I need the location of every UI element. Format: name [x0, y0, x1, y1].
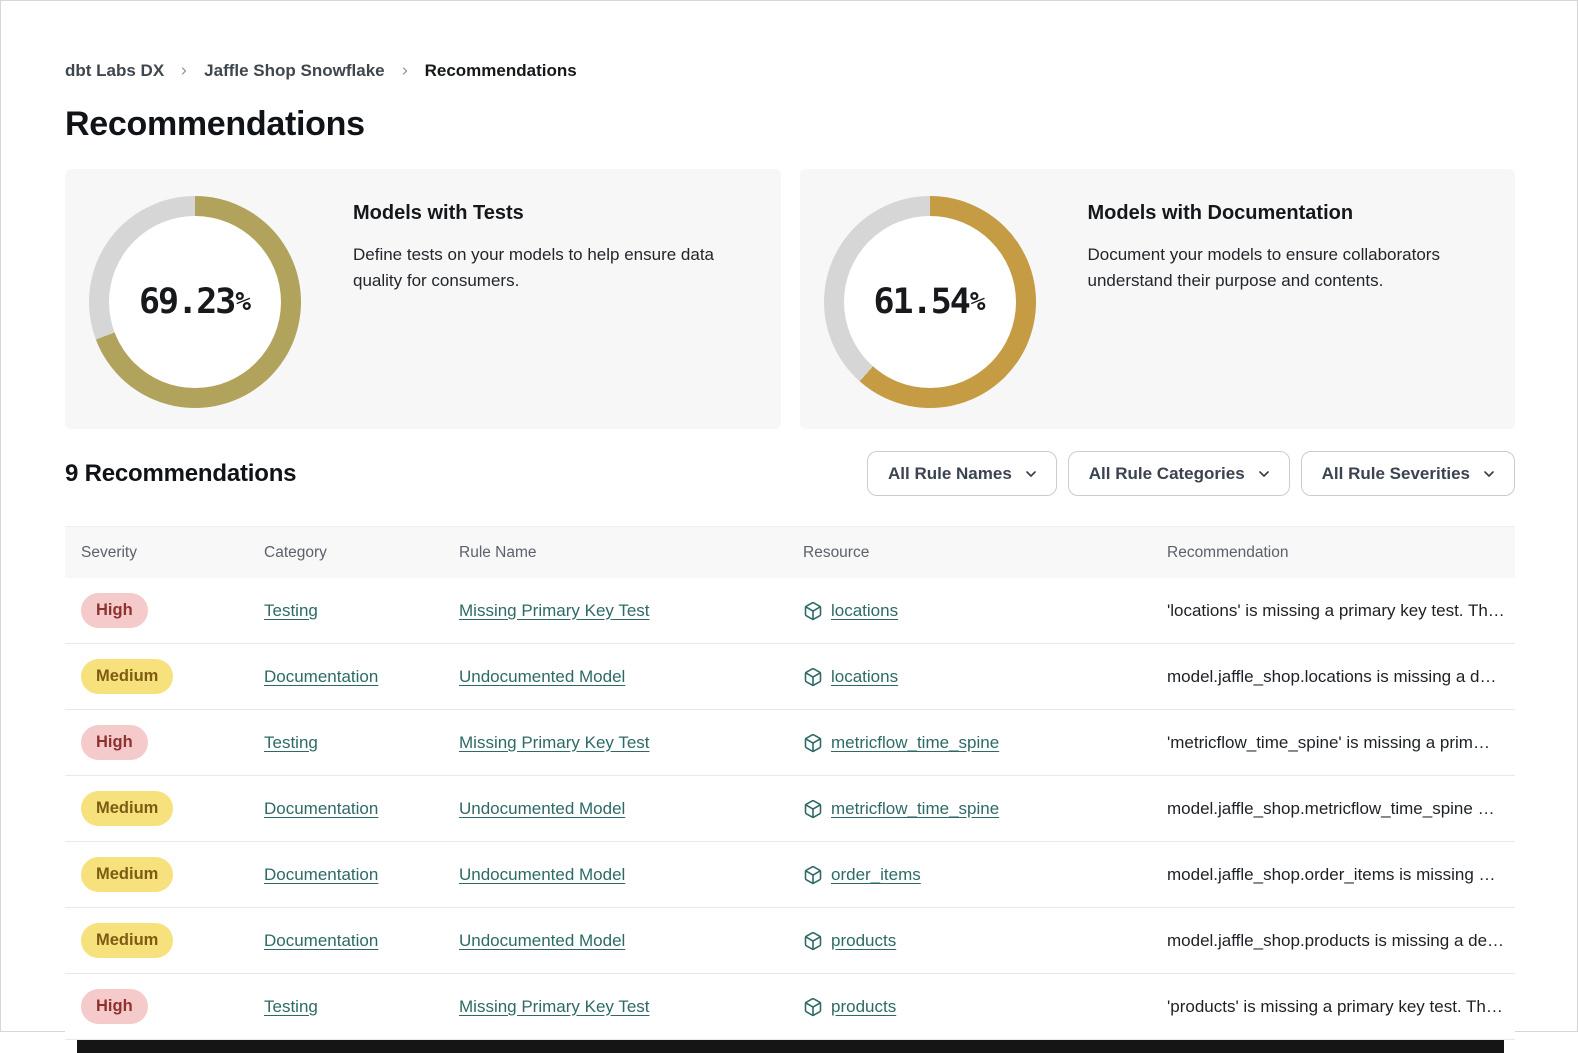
breadcrumb-item-dbt-labs-dx[interactable]: dbt Labs DX [65, 61, 164, 81]
category-link[interactable]: Documentation [264, 931, 378, 950]
rule-name-link[interactable]: Undocumented Model [459, 931, 625, 950]
table-row: Medium Documentation Undocumented Model … [65, 908, 1515, 974]
dropdown-label: All Rule Severities [1322, 464, 1470, 484]
docs-percentage: 61.54% [824, 196, 1036, 408]
docs-donut-chart: 61.54% [824, 196, 1036, 408]
rule-name-link[interactable]: Undocumented Model [459, 865, 625, 884]
column-header-category: Category [248, 544, 443, 562]
table-row: Medium Documentation Undocumented Model … [65, 644, 1515, 710]
category-link[interactable]: Testing [264, 997, 318, 1016]
model-cube-icon [803, 799, 823, 819]
model-cube-icon [803, 997, 823, 1017]
chevron-right-icon [399, 65, 411, 77]
chevron-down-icon [1481, 466, 1497, 482]
recommendation-text: model.jaffle_shop.locations is missing a… [1151, 667, 1515, 687]
filter-dropdowns: All Rule Names All Rule Categories All R… [867, 451, 1515, 496]
severity-badge: High [81, 989, 148, 1023]
resource-link[interactable]: products [831, 931, 896, 951]
card-title: Models with Documentation [1088, 202, 1473, 225]
category-link[interactable]: Testing [264, 733, 318, 752]
recommendations-table: Severity Category Rule Name Resource Rec… [65, 526, 1515, 1053]
recommendation-text: 'products' is missing a primary key test… [1151, 997, 1515, 1017]
card-description: Document your models to ensure collabora… [1088, 242, 1473, 295]
stat-cards: 69.23% Models with Tests Define tests on… [65, 169, 1515, 429]
model-cube-icon [803, 733, 823, 753]
table-row: High Testing Missing Primary Key Test me… [65, 710, 1515, 776]
chevron-down-icon [1023, 466, 1039, 482]
model-cube-icon [803, 601, 823, 621]
rule-name-link[interactable]: Missing Primary Key Test [459, 601, 650, 620]
breadcrumb-item-current: Recommendations [425, 61, 577, 81]
model-cube-icon [803, 865, 823, 885]
resource-link[interactable]: locations [831, 667, 898, 687]
table-row: High Testing Missing Primary Key Test lo… [65, 578, 1515, 644]
model-cube-icon [803, 667, 823, 687]
card-title: Models with Tests [353, 202, 757, 225]
recommendation-text: model.jaffle_shop.metricflow_time_spine … [1151, 799, 1515, 819]
models-with-tests-card: 69.23% Models with Tests Define tests on… [65, 169, 781, 429]
severity-badge: Medium [81, 659, 173, 693]
resource-link[interactable]: metricflow_time_spine [831, 733, 999, 753]
recommendation-text: 'locations' is missing a primary key tes… [1151, 601, 1515, 621]
recommendation-text: model.jaffle_shop.products is missing a … [1151, 931, 1515, 951]
page-title: Recommendations [65, 105, 1515, 144]
breadcrumb-item-project[interactable]: Jaffle Shop Snowflake [204, 61, 384, 81]
rule-categories-dropdown[interactable]: All Rule Categories [1068, 451, 1290, 496]
column-header-recommendation: Recommendation [1151, 544, 1515, 562]
category-link[interactable]: Documentation [264, 667, 378, 686]
column-header-severity: Severity [65, 544, 248, 562]
category-link[interactable]: Documentation [264, 799, 378, 818]
severity-badge: Medium [81, 923, 173, 957]
rule-name-link[interactable]: Undocumented Model [459, 667, 625, 686]
partially-scrolled-row [77, 1040, 1504, 1053]
models-with-documentation-card: 61.54% Models with Documentation Documen… [800, 169, 1516, 429]
card-description: Define tests on your models to help ensu… [353, 242, 757, 295]
resource-link[interactable]: products [831, 997, 896, 1017]
recommendation-text: 'metricflow_time_spine' is missing a pri… [1151, 733, 1515, 753]
dropdown-label: All Rule Names [888, 464, 1012, 484]
rule-severities-dropdown[interactable]: All Rule Severities [1301, 451, 1515, 496]
table-header: Severity Category Rule Name Resource Rec… [65, 526, 1515, 578]
resource-link[interactable]: order_items [831, 865, 921, 885]
recommendation-text: model.jaffle_shop.order_items is missing… [1151, 865, 1515, 885]
tests-donut-chart: 69.23% [89, 196, 301, 408]
table-row: Medium Documentation Undocumented Model … [65, 842, 1515, 908]
severity-badge: High [81, 593, 148, 627]
recommendations-count: 9 Recommendations [65, 460, 296, 488]
filter-row: 9 Recommendations All Rule Names All Rul… [65, 451, 1515, 496]
resource-link[interactable]: metricflow_time_spine [831, 799, 999, 819]
table-row: Medium Documentation Undocumented Model … [65, 776, 1515, 842]
dropdown-label: All Rule Categories [1089, 464, 1245, 484]
breadcrumb: dbt Labs DX Jaffle Shop Snowflake Recomm… [65, 1, 1515, 81]
rule-name-link[interactable]: Missing Primary Key Test [459, 997, 650, 1016]
model-cube-icon [803, 931, 823, 951]
resource-link[interactable]: locations [831, 601, 898, 621]
tests-percentage: 69.23% [89, 196, 301, 408]
severity-badge: Medium [81, 857, 173, 891]
table-body: High Testing Missing Primary Key Test lo… [65, 578, 1515, 1040]
card-text: Models with Documentation Document your … [1088, 193, 1473, 295]
category-link[interactable]: Testing [264, 601, 318, 620]
category-link[interactable]: Documentation [264, 865, 378, 884]
table-row: High Testing Missing Primary Key Test pr… [65, 974, 1515, 1040]
rule-names-dropdown[interactable]: All Rule Names [867, 451, 1057, 496]
rule-name-link[interactable]: Undocumented Model [459, 799, 625, 818]
rule-name-link[interactable]: Missing Primary Key Test [459, 733, 650, 752]
card-text: Models with Tests Define tests on your m… [353, 193, 757, 295]
recommendations-page: dbt Labs DX Jaffle Shop Snowflake Recomm… [1, 1, 1577, 1053]
column-header-resource: Resource [787, 544, 1151, 562]
column-header-rule-name: Rule Name [443, 544, 787, 562]
severity-badge: High [81, 725, 148, 759]
chevron-down-icon [1256, 466, 1272, 482]
chevron-right-icon [178, 65, 190, 77]
severity-badge: Medium [81, 791, 173, 825]
